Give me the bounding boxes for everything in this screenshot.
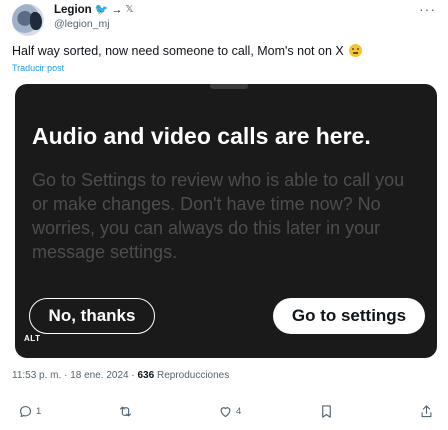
no-thanks-button: No, thanks [29, 298, 155, 334]
bird-icon: 🐦 [94, 4, 109, 16]
arrow-icon: → [111, 3, 123, 16]
tweet-meta: 11:53 p. m. · 18 ene. 2024 · 636 Reprodu… [12, 370, 229, 381]
media-body-text: Go to Settings to review who is able to … [32, 170, 405, 262]
media-notch [210, 84, 248, 89]
media-title: Audio and video calls are here. [32, 123, 371, 149]
like-count: 4 [236, 406, 242, 417]
tweet-date[interactable]: 18 ene. 2024 [70, 370, 128, 381]
tweet-text: Half way sorted, now need someone to cal… [12, 43, 436, 59]
bookmark-icon [322, 405, 331, 418]
x-logo-icon: 𝕏 [125, 4, 134, 15]
share-button[interactable] [419, 404, 434, 419]
reply-icon [19, 405, 32, 418]
avatar[interactable] [12, 4, 44, 36]
views-label: Reproducciones [156, 370, 230, 381]
author-names: Legion 🐦 → 𝕏 @legion_mj [54, 2, 133, 31]
tweet-time[interactable]: 11:53 p. m. [12, 370, 61, 381]
go-to-settings-button: Go to settings [273, 298, 425, 334]
share-icon [421, 405, 432, 418]
alt-badge[interactable]: ALT [24, 334, 40, 343]
reply-count: 1 [36, 406, 42, 417]
retweet-icon [119, 406, 132, 417]
media-image[interactable]: Audio and video calls are here. Go to Se… [15, 84, 437, 358]
smile-emoji-icon [349, 44, 363, 57]
like-button[interactable]: 4 [218, 404, 241, 419]
meta-separator: · [131, 370, 135, 381]
tweet-text-content: Half way sorted, now need someone to cal… [12, 44, 344, 58]
tweet-header: Legion 🐦 → 𝕏 @legion_mj ··· [12, 2, 436, 38]
more-icon[interactable]: ··· [419, 2, 436, 16]
bookmark-button[interactable] [319, 404, 334, 419]
views-count: 636 [137, 370, 155, 381]
translate-link[interactable]: Traducir post [12, 63, 64, 73]
display-name-text: Legion [54, 3, 92, 16]
retweet-button[interactable] [118, 404, 136, 419]
meta-separator: · [64, 370, 68, 381]
reply-button[interactable]: 1 [18, 404, 41, 419]
author-display-name[interactable]: Legion 🐦 → 𝕏 [54, 2, 133, 17]
author-handle[interactable]: @legion_mj [54, 18, 133, 30]
action-bar: 1 4 [18, 404, 438, 424]
heart-icon [220, 407, 231, 418]
